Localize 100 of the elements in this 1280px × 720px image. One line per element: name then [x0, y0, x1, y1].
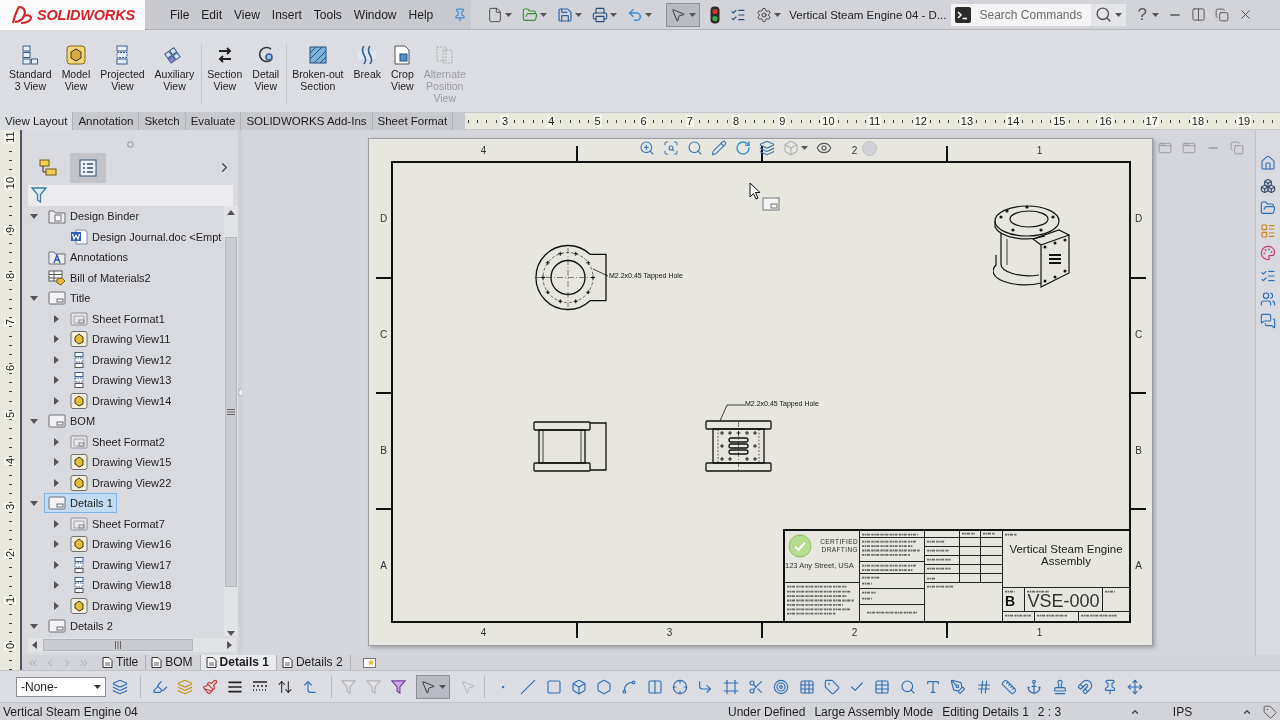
ribbon-button[interactable]: Break: [351, 44, 383, 104]
columns-icon[interactable]: [646, 678, 663, 695]
tree-item[interactable]: Sheet Format1: [66, 308, 169, 329]
select-button[interactable]: [666, 2, 701, 27]
traffic-light-icon[interactable]: [710, 5, 721, 24]
tree-item[interactable]: Drawing View15: [66, 452, 176, 473]
tree-item[interactable]: Sheet Format7: [66, 513, 169, 534]
rotate-icon[interactable]: [735, 140, 751, 156]
undo-icon[interactable]: [627, 6, 644, 23]
tree-item[interactable]: Design Journal.doc <Empt: [66, 226, 226, 247]
tree-item[interactable]: Sheet Format2: [66, 431, 169, 452]
caret-right-icon[interactable]: [52, 540, 60, 549]
cube-icon[interactable]: [570, 678, 587, 695]
pen-tool-icon[interactable]: [950, 678, 967, 695]
target-icon[interactable]: [773, 678, 790, 695]
sheet-scale[interactable]: 2 : 3: [1037, 704, 1130, 719]
funnel-icon[interactable]: [391, 679, 406, 694]
new-sheet-icon[interactable]: [362, 658, 376, 668]
brush-icon[interactable]: [202, 678, 218, 695]
scroll-up-icon[interactable]: [227, 210, 235, 215]
caret-right-icon[interactable]: [52, 478, 60, 487]
tag-icon[interactable]: [1263, 704, 1277, 719]
grip-icon[interactable]: [126, 141, 134, 148]
unit-system[interactable]: IPS: [1172, 704, 1193, 719]
command-tab[interactable]: View Layout: [0, 112, 74, 130]
caret-right-icon[interactable]: [52, 314, 60, 323]
caret-right-icon[interactable]: [52, 458, 60, 467]
tree-item[interactable]: Drawing View12: [66, 349, 176, 370]
ribbon-button[interactable]: Crop View: [389, 44, 416, 104]
tree-item[interactable]: Details 2: [44, 616, 117, 637]
tree-item[interactable]: Bill of Materials2: [44, 267, 155, 288]
folder-icon[interactable]: [1260, 200, 1276, 217]
tree-item[interactable]: Drawing View13: [66, 370, 176, 391]
ribbon-button[interactable]: Projected View: [98, 44, 147, 104]
spline-icon[interactable]: [621, 678, 638, 695]
ribbon-button[interactable]: Section View: [205, 44, 245, 104]
caret-right-icon[interactable]: [52, 581, 60, 590]
line-icon[interactable]: [520, 678, 537, 695]
ribbon-button[interactable]: Detail View: [250, 44, 282, 104]
tree-item[interactable]: Drawing View19: [66, 595, 176, 616]
tree-item[interactable]: Details 1: [44, 493, 117, 514]
menu-item[interactable]: View: [228, 3, 266, 26]
tree-item[interactable]: Annotations: [44, 247, 133, 268]
corner-arrow-icon[interactable]: [302, 678, 318, 695]
caret-icon[interactable]: [94, 684, 101, 689]
hash-icon[interactable]: [975, 678, 992, 695]
caret-down-icon[interactable]: [30, 294, 38, 303]
caret-right-icon[interactable]: [52, 355, 60, 364]
chat-icon[interactable]: [1260, 313, 1276, 330]
zoom-in-icon[interactable]: [639, 140, 655, 156]
up-down-arrows-icon[interactable]: [277, 678, 293, 695]
ruler-icon[interactable]: [1000, 678, 1017, 695]
magnifier-icon[interactable]: [899, 678, 916, 695]
ribbon-button[interactable]: Broken-out Section: [290, 44, 346, 104]
select-button[interactable]: [416, 674, 450, 699]
layer-dropdown[interactable]: -None-: [16, 676, 106, 697]
caret-icon[interactable]: [1115, 12, 1123, 17]
tree-item[interactable]: Title: [44, 288, 95, 309]
menu-item[interactable]: File: [164, 3, 196, 26]
settings-icon[interactable]: [756, 6, 773, 23]
caret-right-icon[interactable]: [52, 560, 60, 569]
help-button[interactable]: ?: [1135, 4, 1149, 25]
caret-right-icon[interactable]: [52, 335, 60, 344]
caret-icon[interactable]: [801, 146, 808, 150]
frame-icon[interactable]: [722, 678, 739, 695]
caret-right-icon[interactable]: [52, 601, 60, 610]
tree-item[interactable]: Design Binder: [44, 206, 144, 227]
magnifier-frame-icon[interactable]: [663, 140, 679, 156]
scroll-right-icon[interactable]: [227, 641, 232, 649]
save-icon[interactable]: [557, 6, 574, 23]
anchor-icon[interactable]: [1026, 678, 1043, 695]
caret-down-icon[interactable]: [30, 212, 38, 221]
caret-right-icon[interactable]: [52, 396, 60, 405]
splitter-handle-icon[interactable]: [237, 388, 243, 397]
ribbon-button[interactable]: Auxiliary View: [152, 44, 197, 104]
search-button[interactable]: [1091, 3, 1127, 26]
type-icon[interactable]: [925, 678, 942, 695]
stamp-icon[interactable]: [1051, 678, 1068, 695]
folder-icon[interactable]: [522, 6, 539, 23]
square-icon[interactable]: [545, 678, 562, 695]
split-window-icon[interactable]: [1190, 7, 1206, 22]
tree-item[interactable]: Drawing View11: [66, 329, 175, 350]
hexagon-icon[interactable]: [596, 678, 613, 695]
palette-icon[interactable]: [1260, 245, 1276, 262]
funnel-icon[interactable]: [28, 185, 52, 206]
menu-item[interactable]: Help: [402, 3, 440, 26]
magnifier-icon[interactable]: [687, 140, 703, 156]
move-icon[interactable]: [1127, 678, 1144, 695]
tree-item[interactable]: Drawing View17: [66, 554, 176, 575]
caret-down-icon[interactable]: [30, 622, 38, 631]
restore-icon[interactable]: [1214, 7, 1229, 22]
caret-right-icon[interactable]: [52, 376, 60, 385]
ribbon-button[interactable]: Standard 3 View: [7, 44, 54, 104]
ribbon-button[interactable]: Model View: [59, 44, 93, 104]
scroll-down-icon[interactable]: [227, 631, 235, 636]
magnet-icon[interactable]: [1076, 678, 1093, 695]
grid-icon[interactable]: [798, 678, 815, 695]
menu-item[interactable]: Window: [347, 3, 403, 26]
sheet-tab[interactable]: Details 1: [200, 655, 277, 670]
boxes-icon[interactable]: [1260, 177, 1276, 194]
